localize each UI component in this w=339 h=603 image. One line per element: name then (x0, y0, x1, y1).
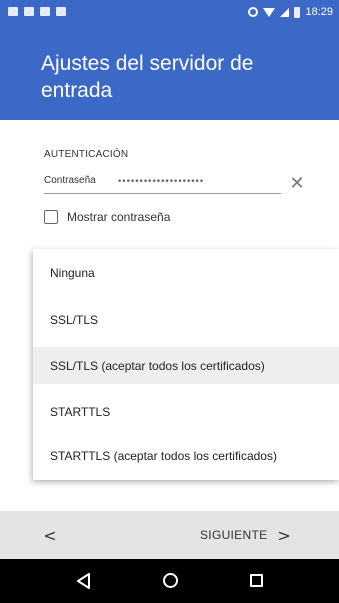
show-password-checkbox[interactable] (44, 210, 58, 224)
battery-icon (294, 6, 301, 18)
chevron-left-icon: < (43, 525, 57, 545)
wifi-icon (263, 7, 276, 17)
signal-icon (280, 7, 290, 17)
home-icon[interactable] (163, 573, 178, 588)
recents-icon[interactable] (250, 574, 263, 587)
status-bar: 18:29 (0, 0, 339, 24)
page-title: Ajustes del servidor de entrada (41, 52, 254, 102)
previous-button[interactable]: < (38, 523, 62, 547)
security-option-ssl-tls[interactable]: SSL/TLS (33, 301, 339, 338)
app-header: Ajustes del servidor de entrada (0, 24, 339, 120)
show-password-label: Mostrar contraseña (67, 210, 171, 224)
password-label: Contraseña (44, 175, 96, 186)
system-navigation-bar (0, 559, 339, 603)
security-option-starttls[interactable]: STARTTLS (33, 393, 339, 430)
security-option-ssl-tls-accept-all[interactable]: SSL/TLS (aceptar todos los certificados) (33, 347, 339, 384)
next-button[interactable]: SIGUIENTE > (200, 523, 291, 547)
security-option-starttls-accept-all[interactable]: STARTTLS (aceptar todos los certificados… (33, 437, 339, 474)
password-input[interactable] (117, 172, 277, 192)
authentication-section-label: AUTENTICACIÓN (44, 149, 129, 160)
security-type-dropdown: Ninguna SSL/TLS SSL/TLS (aceptar todos l… (33, 249, 339, 480)
status-indicators: 18:29 (248, 4, 333, 20)
close-icon: ✕ (289, 173, 305, 193)
vibrate-icon (248, 7, 259, 17)
password-field-row: Contraseña (44, 172, 281, 194)
bottom-action-bar: < SIGUIENTE > (0, 511, 339, 559)
next-button-label: SIGUIENTE (200, 528, 268, 542)
back-icon[interactable] (76, 573, 92, 589)
image-notification-icon (40, 7, 50, 16)
status-time: 18:29 (305, 6, 333, 18)
chevron-right-icon: > (277, 525, 291, 545)
app-notification-icon (8, 7, 18, 16)
email-notification-icon (56, 7, 66, 16)
show-password-row[interactable]: Mostrar contraseña (44, 208, 170, 226)
message-notification-icon (24, 7, 34, 16)
security-option-none[interactable]: Ninguna (33, 254, 339, 291)
clear-password-button[interactable]: ✕ (286, 172, 308, 194)
